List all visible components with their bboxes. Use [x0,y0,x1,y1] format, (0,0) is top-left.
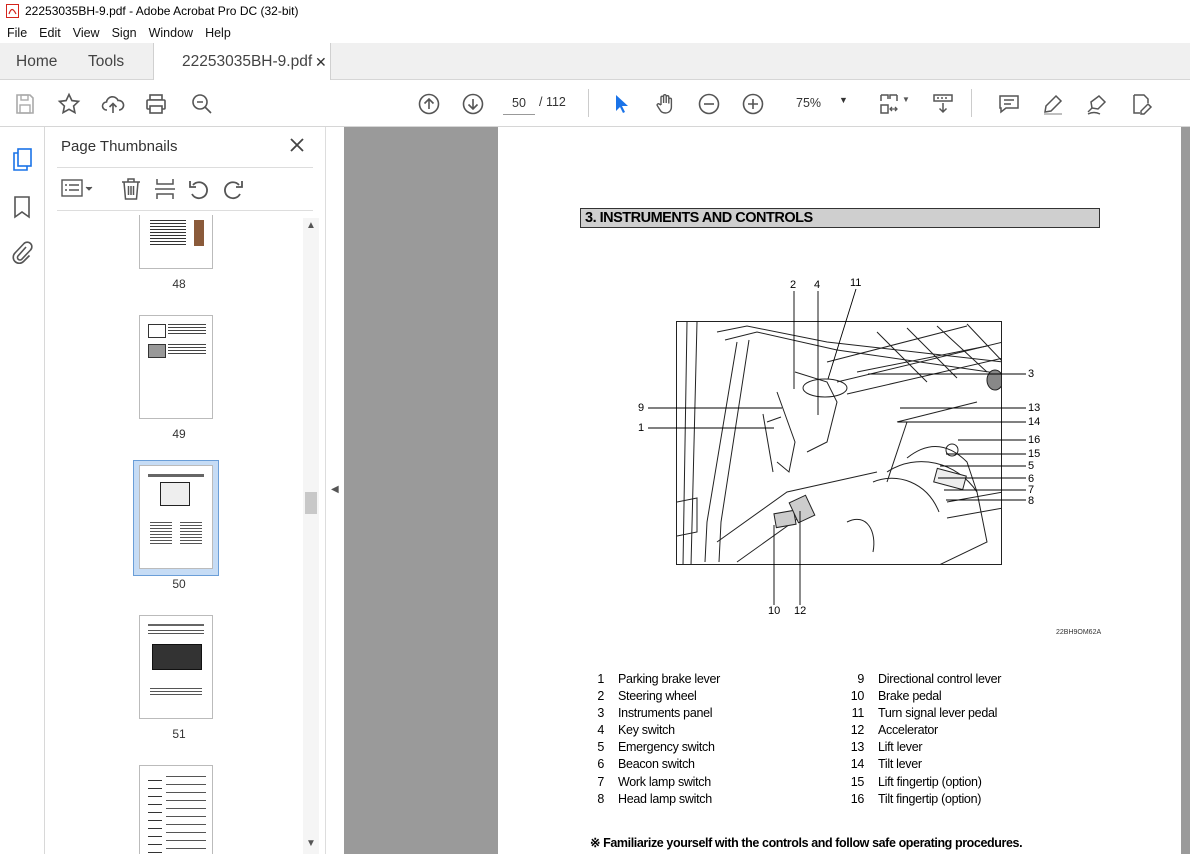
scrollbar-thumb[interactable] [305,492,317,514]
star-icon[interactable] [56,91,82,117]
next-page-icon[interactable] [460,91,486,117]
thumbnails-panel: Page Thumbnails 48 49 50 51 ▲ ▼ [45,127,325,854]
tab-tools-label: Tools [88,52,125,70]
tab-document-label: 22253035BH-9.pdf [182,53,313,70]
select-cursor-icon[interactable] [608,91,634,117]
zoom-search-icon[interactable] [189,91,215,117]
title-bar: 22253035BH-9.pdf - Adobe Acrobat Pro DC … [0,0,1190,22]
upload-cloud-icon[interactable] [100,91,126,117]
callout-4: 4 [814,279,821,291]
callout-14: 14 [1028,416,1041,428]
page-thumbnail[interactable] [139,215,213,269]
comment-icon[interactable] [996,91,1022,117]
rotate-left-icon[interactable] [187,177,211,206]
menu-view[interactable]: View [73,26,100,40]
zoom-in-icon[interactable] [740,91,766,117]
menu-window[interactable]: Window [149,26,193,40]
hand-tool-icon[interactable] [652,91,678,117]
pdf-page: 3. INSTRUMENTS AND CONTROLS 2 4 11 3 9 1… [498,127,1181,854]
window-title: 22253035BH-9.pdf - Adobe Acrobat Pro DC … [25,4,299,18]
highlight-pen-icon[interactable] [1040,91,1066,117]
callout-5: 5 [1028,460,1035,472]
page-thumbnail[interactable] [139,765,213,854]
page-thumbnail[interactable] [139,615,213,719]
tab-home[interactable]: Home [16,43,57,80]
main-toolbar: / 112 75% ▼ ▼ [0,80,1190,127]
thumbnail-scrollbar[interactable]: ▲ ▼ [303,218,319,854]
figure-code: 22BH9OM62A [1056,629,1102,636]
scroll-down-icon[interactable]: ▼ [306,838,316,849]
scroll-up-icon[interactable]: ▲ [306,220,316,231]
menu-edit[interactable]: Edit [39,26,61,40]
extract-page-icon[interactable] [154,177,176,206]
print-icon[interactable] [143,91,169,117]
zoom-value: 75% [796,96,822,110]
page-total: / 112 [539,95,566,109]
menu-bar: File Edit View Sign Window Help [0,22,1190,43]
layout-chevron-icon[interactable]: ▼ [902,95,910,104]
callout-8: 8 [1028,495,1035,507]
chevron-down-icon: ▼ [839,95,848,105]
scroll-mode-icon[interactable] [930,91,956,117]
save-icon[interactable] [12,91,38,117]
panel-title: Page Thumbnails [61,138,178,155]
document-viewer[interactable]: 3. INSTRUMENTS AND CONTROLS 2 4 11 3 9 1… [344,127,1190,854]
toolbar-divider [971,89,972,117]
close-panel-icon[interactable] [288,136,306,154]
callout-1: 1 [638,422,645,434]
close-tab-icon[interactable]: ✕ [315,54,327,71]
rotate-right-icon[interactable] [221,177,245,206]
tab-tools[interactable]: Tools [88,43,124,80]
delete-page-icon[interactable] [120,177,142,206]
tab-home-label: Home [16,52,58,70]
panel-splitter[interactable]: ◀ [325,127,344,854]
tab-bar: Home Tools 22253035BH-9.pdf ✕ [0,43,1190,81]
zoom-out-icon[interactable] [696,91,722,117]
thumbnail-page-number: 48 [172,277,186,291]
bookmark-icon[interactable] [12,195,32,224]
thumbnail-page-number: 50 [172,577,186,591]
pdf-app-icon [6,4,19,18]
callout-15: 15 [1028,448,1041,460]
menu-sign[interactable]: Sign [112,26,137,40]
thumbnail-page-number: 49 [172,427,186,441]
page-thumbnail-current[interactable] [139,465,213,569]
callout-11: 11 [850,277,862,289]
callout-3: 3 [1028,368,1035,380]
callout-9: 9 [638,402,645,414]
page-thumbnail[interactable] [139,315,213,419]
callout-12: 12 [794,605,807,617]
page-layout-icon[interactable] [876,91,902,117]
tab-document[interactable]: 22253035BH-9.pdf ✕ [153,43,331,81]
callout-10: 10 [768,605,781,617]
edit-pdf-icon[interactable] [1128,91,1154,117]
callout-2: 2 [790,279,797,291]
previous-page-icon[interactable] [416,91,442,117]
menu-file[interactable]: File [7,26,27,40]
thumbnail-page-number: 51 [172,727,186,741]
zoom-dropdown[interactable]: 75% ▼ [786,93,856,115]
sign-pen-icon[interactable] [1084,91,1110,117]
menu-help[interactable]: Help [205,26,231,40]
collapse-panel-icon[interactable]: ◀ [331,484,339,495]
page-number-input[interactable] [503,91,535,115]
safety-note: ※ Familiarize yourself with the controls… [590,836,1023,850]
thumbnail-list: 48 49 50 51 [57,215,301,854]
callout-13: 13 [1028,402,1041,414]
left-rail [0,127,45,854]
toolbar-divider [588,89,589,117]
page-thumbnails-icon[interactable] [11,147,35,178]
callout-16: 16 [1028,434,1041,446]
thumbnail-toolbar [57,167,313,211]
attachment-icon[interactable] [11,240,33,271]
thumbnail-options-icon[interactable] [61,178,95,205]
